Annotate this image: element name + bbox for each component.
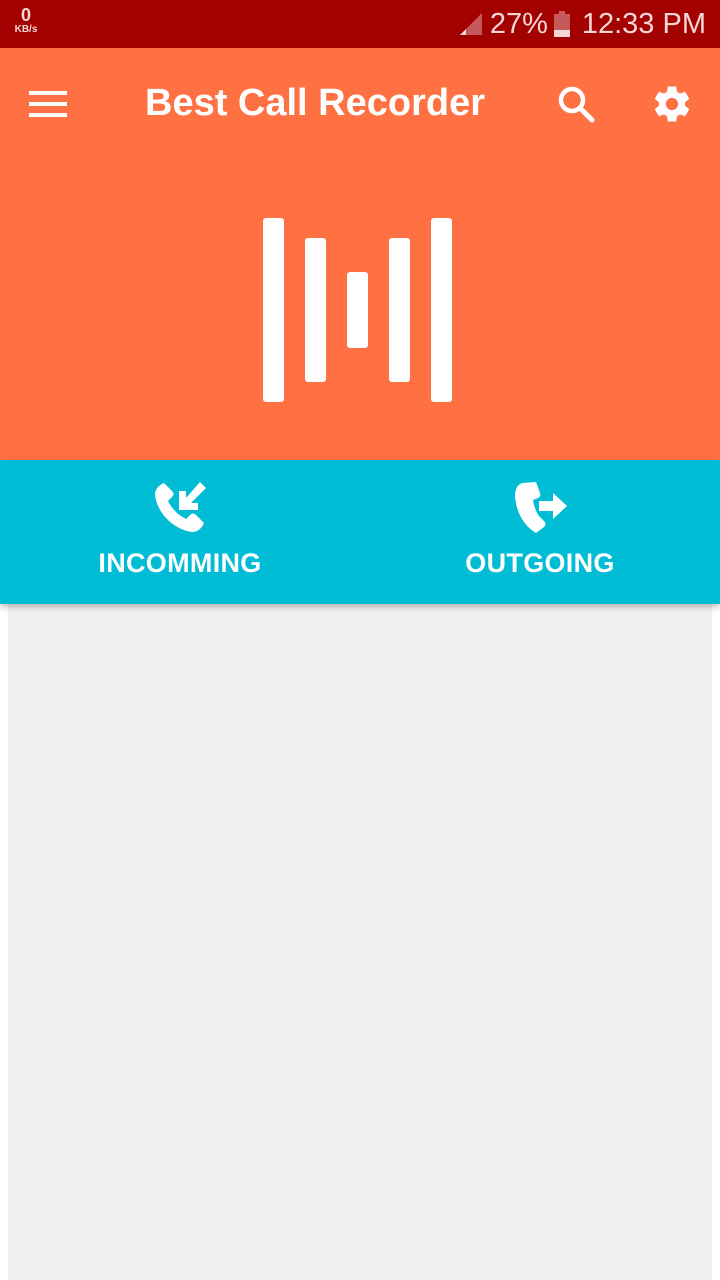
recorder-logo-icon [263, 218, 452, 402]
recordings-list [8, 604, 712, 1280]
settings-icon [654, 86, 690, 122]
signal-icon [459, 13, 482, 35]
network-speed-value: 0 [20, 5, 31, 25]
tab-outgoing-label: OUTGOING [465, 548, 615, 578]
menu-icon [29, 91, 67, 117]
battery-percent: 27% [489, 7, 548, 40]
tab-incoming-label: INCOMMING [98, 548, 262, 578]
tab-bar: INCOMMING OUTGOING [0, 460, 720, 604]
app-title: Best Call Recorder [145, 82, 486, 124]
tab-outgoing[interactable]: OUTGOING [360, 460, 720, 604]
status-indicators: 27% 12:33 PM [458, 0, 706, 48]
settings-button[interactable] [642, 76, 702, 132]
app-bar: Best Call Recorder [0, 48, 720, 460]
network-speed-unit: KB/s [14, 24, 38, 35]
tab-incoming[interactable]: INCOMMING [0, 460, 360, 604]
outgoing-call-icon [515, 482, 567, 533]
search-button[interactable] [546, 76, 606, 132]
menu-button[interactable] [18, 76, 78, 132]
network-speed: 0 KB/s [8, 6, 44, 35]
status-bar: 0 KB/s 27% 12:33 PM [0, 0, 720, 48]
app-screen: 0 KB/s 27% 12:33 PM Best Call Recorder I… [0, 0, 720, 1280]
search-icon [558, 86, 595, 123]
battery-icon [553, 11, 570, 37]
incoming-call-icon [155, 482, 206, 532]
status-clock: 12:33 PM [581, 7, 706, 40]
